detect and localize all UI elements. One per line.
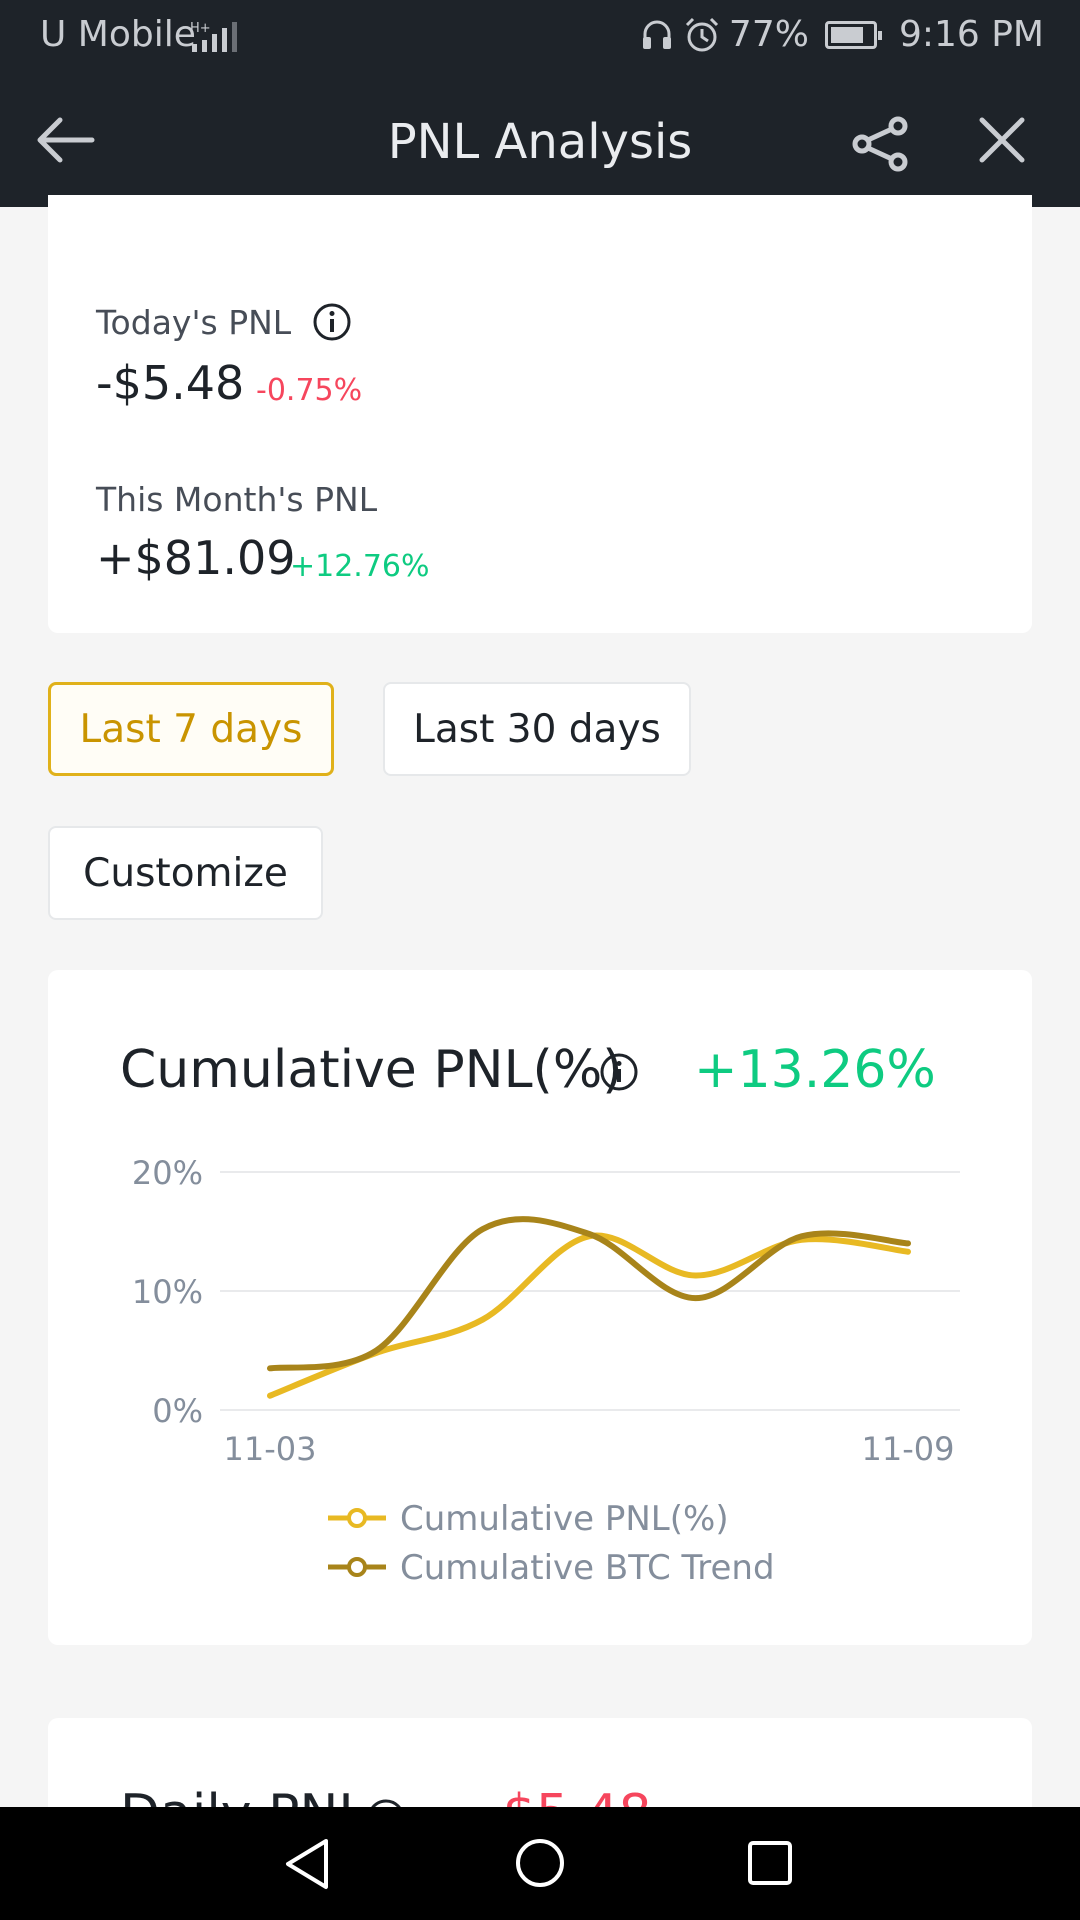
headphones-icon: [642, 20, 671, 49]
x-tick-label: 11-09: [862, 1430, 955, 1468]
cumulative-pnl-card: Cumulative PNL(%) +13.26% 0% 10% 20% 11-03 1…: [48, 970, 1032, 1645]
carrier-name: U Mobile: [40, 14, 196, 55]
legend-label: Cumulative PNL(%): [400, 1499, 729, 1539]
battery-percent: 77%: [728, 14, 809, 55]
today-pnl-percent: -0.75%: [256, 373, 363, 408]
close-icon[interactable]: [974, 112, 1030, 168]
legend-marker: [347, 1508, 367, 1528]
legend-marker: [347, 1557, 367, 1577]
info-icon[interactable]: [312, 302, 352, 342]
clock-time: 9:16 PM: [898, 14, 1044, 55]
month-pnl-label: This Month's PNL: [96, 480, 378, 519]
system-nav-bar: [0, 1807, 1080, 1920]
page-title: PNL Analysis: [387, 114, 693, 170]
today-pnl-value: -$5.48: [96, 356, 245, 410]
month-pnl-value: +$81.09: [96, 531, 296, 585]
customize-button[interactable]: Customize: [48, 826, 323, 920]
last-7-days-button[interactable]: Last 7 days: [48, 682, 334, 776]
share-icon[interactable]: [850, 112, 914, 176]
svg-text:H+: H+: [190, 21, 211, 36]
alarm-icon: [685, 17, 718, 51]
series-line-pnl: [267, 1232, 911, 1399]
pnl-summary-card: Today's PNL -$5.48 -0.75% This Month's P…: [48, 195, 1032, 633]
y-tick-label: 20%: [132, 1154, 203, 1192]
nav-home-icon[interactable]: [514, 1837, 566, 1889]
legend-label: Cumulative BTC Trend: [400, 1548, 775, 1588]
y-tick-label: 10%: [132, 1273, 203, 1311]
y-tick-label: 0%: [152, 1392, 203, 1430]
month-pnl-percent: +12.76%: [290, 549, 430, 584]
today-pnl-label: Today's PNL: [96, 303, 292, 342]
nav-back-icon[interactable]: [282, 1837, 332, 1891]
nav-recents-icon[interactable]: [746, 1839, 794, 1887]
signal-icon: H+: [190, 21, 237, 52]
battery-icon: [824, 20, 882, 49]
app-bar: PNL Analysis: [0, 74, 1080, 207]
cumulative-pnl-chart: 0% 10% 20% 11-03 11-09 Cumulative PNL(%) Cumul…: [132, 1154, 960, 1588]
status-bar: U Mobile H+ 77% 9:16 PM: [0, 0, 1080, 74]
x-tick-label: 11-03: [224, 1430, 317, 1468]
last-30-days-button[interactable]: Last 30 days: [383, 682, 691, 776]
